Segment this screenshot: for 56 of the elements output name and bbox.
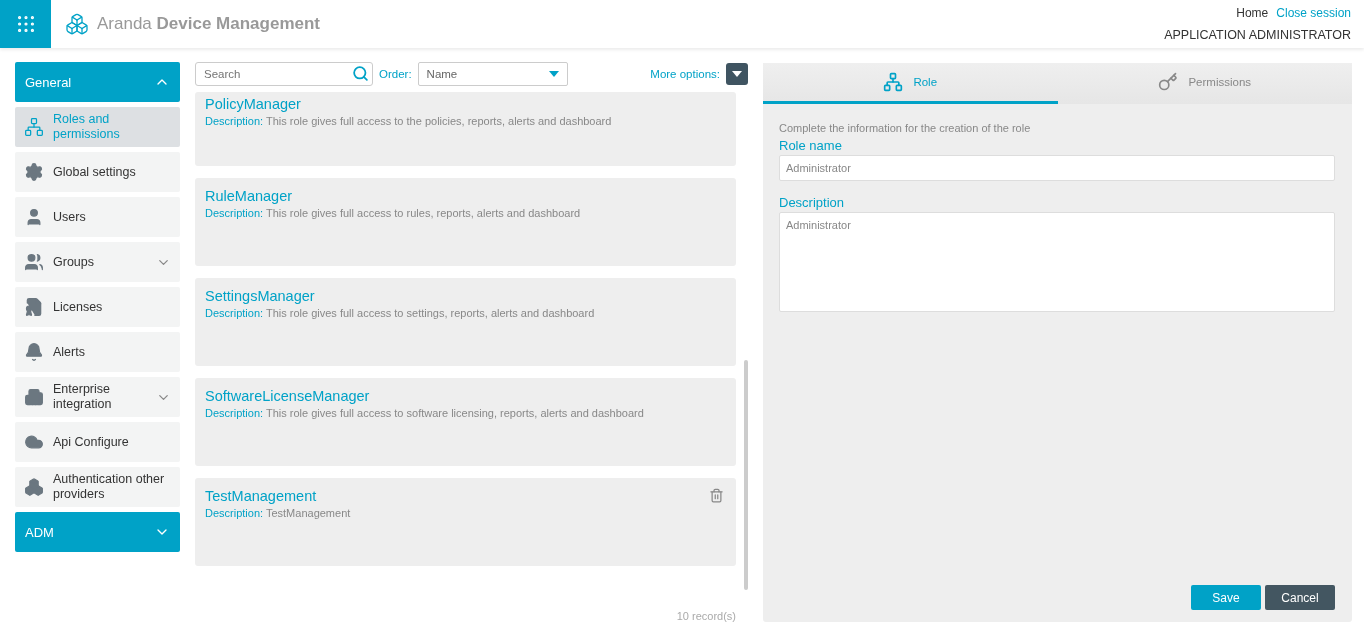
input-field[interactable]: Administrator (779, 155, 1335, 181)
role-card[interactable]: PolicyManager Description: This role gives full access to the policies, reports, alerts and dashboard (195, 92, 736, 166)
bell-icon (24, 342, 44, 362)
sidebar-item[interactable]: Groups (15, 242, 180, 282)
role-name: SettingsManager (205, 288, 315, 304)
scrollbar-thumb[interactable] (744, 360, 748, 590)
more-options-label: More options: (650, 68, 720, 80)
gear-icon (24, 162, 44, 182)
sidebar-item[interactable]: Users (15, 197, 180, 237)
sidebar-item[interactable]: Api Configure (15, 422, 180, 462)
role-name: RuleManager (205, 188, 293, 204)
header-link[interactable]: Close session (1276, 6, 1351, 20)
search-field[interactable]: Search (195, 62, 373, 86)
sidebar-item[interactable]: Roles and permissions (15, 107, 180, 147)
role-card[interactable]: RuleManager Description: This role gives full access to rules, reports, alerts and dashboard (195, 178, 736, 266)
role-name: TestManagement (205, 488, 317, 504)
sidebar-section[interactable]: General (15, 62, 180, 102)
form-intro: Complete the information for the creation of the role (779, 122, 1032, 134)
tab[interactable]: Permissions (1057, 63, 1352, 104)
sidebar-item[interactable]: Alerts (15, 332, 180, 372)
group-icon (24, 252, 44, 272)
caret-down-icon (732, 71, 742, 77)
sidebar-item[interactable]: Global settings (15, 152, 180, 192)
field-label: Role name (779, 138, 843, 153)
more-options-button[interactable] (726, 63, 748, 85)
role-description: Description: This role gives full access to rules, reports, alerts and dashboard (205, 207, 582, 219)
app-grid-button[interactable] (0, 0, 51, 48)
sidebar-item[interactable]: Enterprise integration (15, 377, 180, 417)
description-field[interactable]: Administrator (779, 212, 1335, 312)
role-description: Description: This role gives full access to the policies, reports, alerts and dashboard (205, 115, 613, 127)
key-icon (1158, 72, 1179, 92)
trash-icon[interactable] (709, 488, 724, 503)
role-name: SoftwareLicenseManager (205, 388, 370, 404)
field-label: Description (779, 195, 846, 210)
role-card[interactable]: SettingsManager Description: This role gives full access to settings, reports, alerts and dashboard (195, 278, 736, 366)
order-dropdown[interactable]: Name (417, 62, 568, 86)
cancel-button[interactable]: Cancel (1265, 585, 1335, 610)
order-label: Order: (379, 68, 412, 80)
role-card[interactable]: TestManagement Description: TestManagement (195, 478, 736, 566)
role-name: PolicyManager (205, 96, 301, 112)
header-link[interactable]: Home (1236, 6, 1269, 20)
role-description: Description: This role gives full access to software licensing, reports, alerts and dashboard (205, 407, 645, 419)
caret-down-icon (548, 71, 559, 77)
tab[interactable]: Role (763, 63, 1058, 104)
role-card[interactable]: SoftwareLicenseManager Description: This role gives full access to software licensing, reports, alerts and dashboard (195, 378, 736, 466)
user-role: APPLICATION ADMINISTRATOR (1164, 28, 1351, 42)
role-description: Description: This role gives full access to settings, reports, alerts and dashboard (205, 307, 596, 319)
role-description: Description: TestManagement (205, 507, 352, 519)
record-count: 10 record(s) (675, 609, 737, 622)
sidebar-item[interactable]: Authentication other providers (15, 467, 180, 507)
sidebar-item[interactable]: Licenses (15, 287, 180, 327)
search-icon[interactable] (352, 65, 369, 82)
app-title: Aranda Device Management (97, 14, 320, 34)
sidebar-section[interactable]: ADM (15, 512, 180, 552)
logo-icon (65, 12, 89, 36)
save-button[interactable]: Save (1191, 585, 1261, 610)
